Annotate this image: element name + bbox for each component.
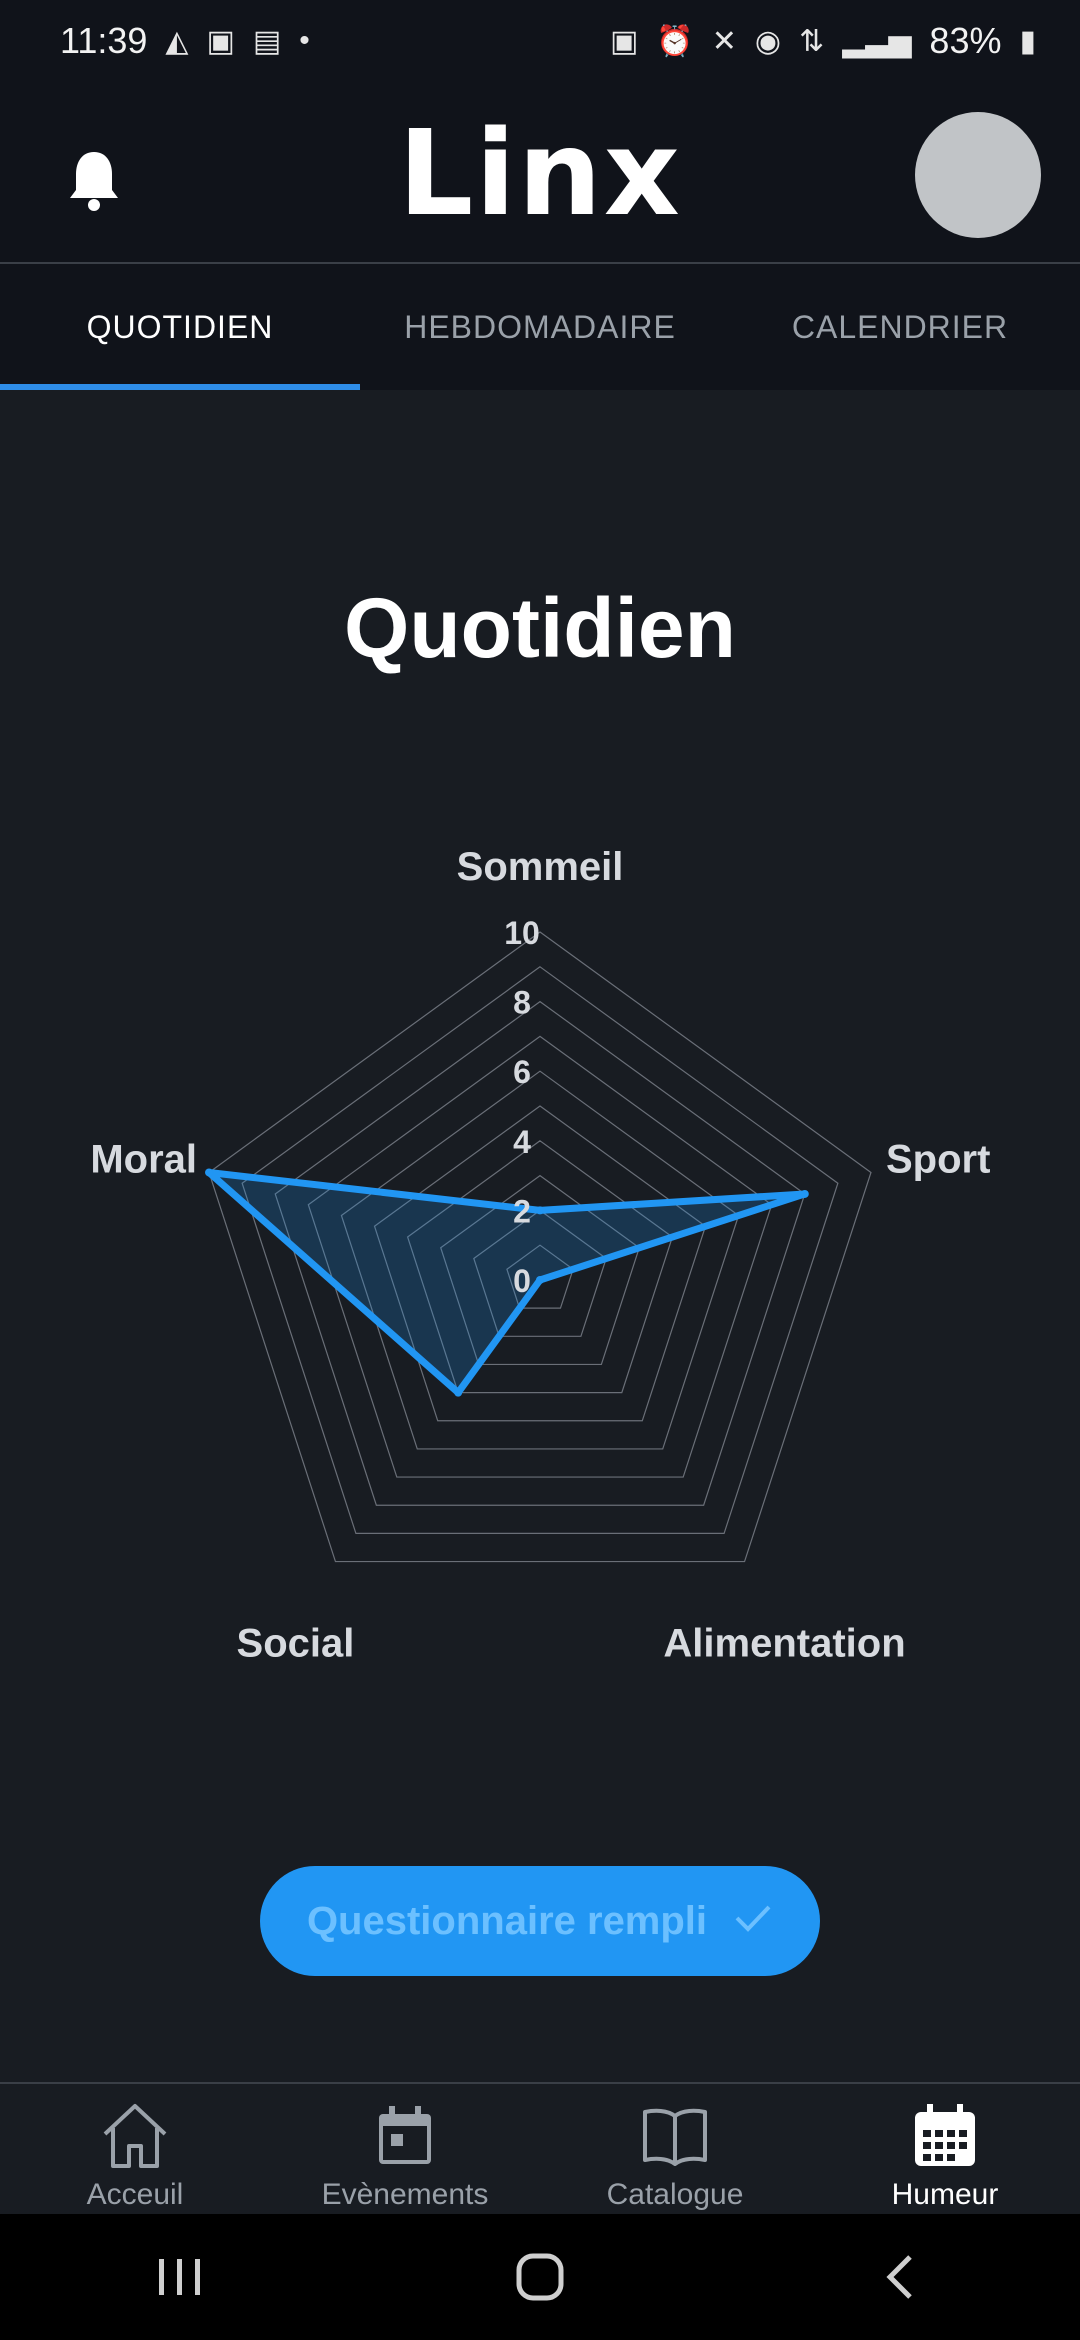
- radar-series-area: [205, 1168, 809, 1397]
- nav-label-acceuil: Acceuil: [86, 2178, 184, 2211]
- status-bar: 11:39 ◭ ▣ ▤ • ▣ ⏰ ✕ ◉ ⇅ ▂▃▅ 83% ▮: [0, 0, 1080, 82]
- calendar-grid-icon: [915, 2104, 975, 2166]
- tab-calendrier[interactable]: CALENDRIER: [720, 264, 1080, 390]
- nav-item-catalogue[interactable]: Catalogue: [540, 2084, 810, 2214]
- book-icon: [643, 2108, 707, 2166]
- radar-axis-label-sommeil: Sommeil: [457, 845, 624, 889]
- radar-point-social: [454, 1388, 463, 1397]
- radar-axis-label-social: Social: [237, 1622, 355, 1666]
- bottom-navigation: Acceuil Evènements Catalogue Humeur: [0, 2082, 1080, 2214]
- page-title: Quotidien: [344, 581, 736, 675]
- radar-axis-label-moral: Moral: [90, 1137, 197, 1181]
- tab-hebdomadaire[interactable]: HEBDOMADAIRE: [360, 264, 720, 390]
- radar-tick-label: 4: [513, 1124, 531, 1160]
- hotspot-icon: ◉: [754, 24, 782, 58]
- radar-tick-label: 10: [504, 915, 540, 951]
- dot-icon: •: [299, 24, 310, 57]
- radar-point-sommeil: [536, 1206, 544, 1215]
- radar-axis-label-alimentation: Alimentation: [663, 1622, 905, 1666]
- system-navigation-bar: [0, 2214, 1080, 2340]
- nav-label-humeur: Humeur: [891, 2178, 999, 2211]
- tab-quotidien[interactable]: QUOTIDIEN: [0, 264, 360, 390]
- questionnaire-button[interactable]: Questionnaire rempli: [260, 1866, 820, 1976]
- check-icon: [733, 1899, 773, 1944]
- radar-tick-label: 2: [513, 1193, 531, 1229]
- battery-icon: ▮: [1019, 24, 1036, 58]
- nav-item-acceuil[interactable]: Acceuil: [0, 2084, 270, 2214]
- radar-axis-label-sport: Sport: [886, 1137, 990, 1181]
- home-button-icon[interactable]: [500, 2237, 580, 2317]
- app-notification-icon: ◭: [165, 24, 189, 58]
- radar-point-alimentation: [536, 1276, 544, 1284]
- status-time: 11:39: [60, 20, 148, 61]
- phone-clipboard-icon: ▤: [252, 24, 282, 58]
- radar-tick-label: 8: [513, 985, 531, 1021]
- nav-label-catalogue: Catalogue: [606, 2178, 744, 2211]
- app-header: Linx: [0, 82, 1080, 264]
- radar-point-moral: [205, 1168, 214, 1177]
- battery-saver-icon: ▣: [610, 24, 639, 58]
- radar-tick-label: 6: [513, 1054, 531, 1090]
- tab-bar: QUOTIDIEN HEBDOMADAIRE CALENDRIER: [0, 264, 1080, 390]
- network-4g-icon: ⇅: [799, 24, 825, 58]
- questionnaire-button-label: Questionnaire rempli: [306, 1898, 708, 1943]
- signal-icon: ▂▃▅: [842, 24, 912, 58]
- alarm-icon: ⏰: [656, 24, 694, 58]
- calendar-icon: [379, 2106, 431, 2164]
- back-icon[interactable]: [860, 2237, 940, 2317]
- radar-chart: 0 2 4 6 8 10 Sommeil Sport Alimentation Social Mor…: [90, 845, 990, 1666]
- nav-item-evenements[interactable]: Evènements: [270, 2084, 540, 2214]
- home-icon: [103, 2104, 167, 2168]
- mute-icon: ✕: [711, 24, 737, 58]
- twitch-icon: ▣: [206, 24, 235, 58]
- recent-apps-icon[interactable]: [140, 2237, 220, 2317]
- nav-item-humeur[interactable]: Humeur: [810, 2084, 1080, 2214]
- nav-label-evenements: Evènements: [321, 2178, 489, 2211]
- avatar[interactable]: [915, 112, 1041, 238]
- radar-tick-label: 0: [513, 1263, 531, 1299]
- battery-percent: 83%: [929, 20, 1002, 61]
- radar-point-sport: [800, 1189, 809, 1198]
